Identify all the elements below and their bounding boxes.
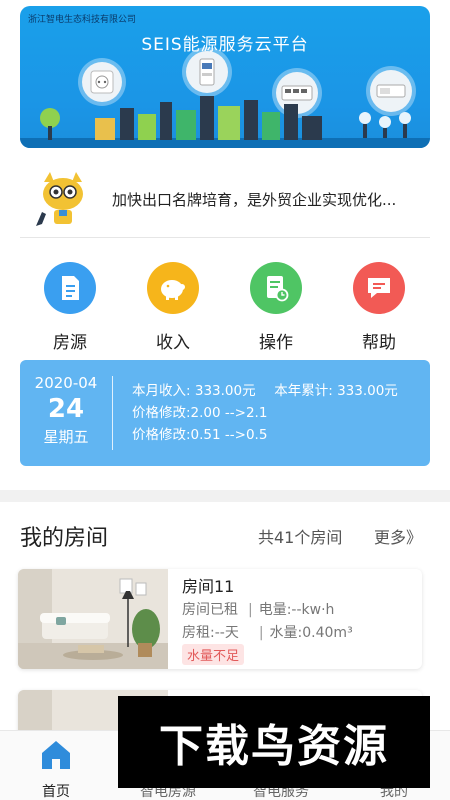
mascot-icon	[36, 172, 83, 226]
summary-lines: 本月收入: 333.00元 本年累计: 333.00元 价格修改:2.00 --…	[132, 380, 398, 446]
price-change-2: 价格修改:0.51 -->0.5	[132, 427, 268, 443]
year-month: 2020-04	[34, 374, 98, 392]
banner-company-name: 浙江智电生态科技有限公司	[28, 15, 137, 25]
watermark-overlay: 下载鸟资源	[118, 696, 430, 788]
piggy-bank-icon	[147, 262, 199, 314]
rooms-section-title: 我的房间	[20, 526, 109, 551]
room-name: 房间11	[182, 577, 235, 596]
low-water-badge: 水量不足	[182, 644, 245, 665]
year-total-label: 本年累计:	[274, 383, 333, 399]
room-rent-row: 房租:--天 | 水量:0.40m³	[182, 625, 353, 641]
action-label: 帮助	[362, 333, 396, 353]
weekday: 星期五	[43, 428, 89, 446]
rooms-count: 共41个房间	[258, 528, 343, 547]
announcement-bar[interactable]: 加快出口名牌培育，是外贸企业实现优化...	[20, 158, 430, 238]
action-operations[interactable]: 操作	[236, 262, 316, 353]
action-label: 收入	[156, 333, 190, 353]
announcement-text: 加快出口名牌培育，是外贸企业实现优化...	[112, 191, 397, 209]
more-rooms-link[interactable]: 更多》	[374, 524, 422, 548]
room-status-row: 房间已租 | 电量:--kw·h	[182, 602, 335, 618]
year-total-value: 333.00元	[337, 383, 398, 399]
divider	[112, 376, 113, 450]
room-water: 水量:0.40m³	[269, 625, 353, 641]
city-skyline-illustration	[20, 96, 430, 148]
room-rent: 房租:--天	[182, 625, 239, 641]
date-block: 2020-04 24 星期五	[20, 374, 112, 447]
action-label: 操作	[259, 333, 293, 353]
income-summary-card[interactable]: 2020-04 24 星期五 本月收入: 333.00元 本年累计: 333.0…	[20, 360, 430, 466]
hero-banner[interactable]: 浙江智电生态科技有限公司 SEIS能源服务云平台	[20, 6, 430, 148]
room-status: 房间已租	[182, 602, 238, 618]
action-help[interactable]: 帮助	[339, 262, 419, 353]
meter-device-icon	[186, 51, 228, 93]
action-listings[interactable]: 房源	[30, 262, 110, 353]
price-change-1: 价格修改:2.00 -->2.1	[132, 405, 268, 421]
chat-bubble-icon	[353, 262, 405, 314]
home-icon	[42, 741, 70, 769]
month-income-label: 本月收入:	[132, 383, 191, 399]
nav-label: 首页	[42, 784, 70, 800]
list-clock-icon	[250, 262, 302, 314]
section-divider	[0, 490, 450, 502]
nav-home[interactable]: 首页	[0, 737, 112, 800]
room-card[interactable]: 房间11 房间已租 | 电量:--kw·h 房租:--天 | 水量:0.40m³ 水量不…	[18, 569, 422, 669]
room-electricity: 电量:--kw·h	[258, 602, 335, 618]
action-income[interactable]: 收入	[133, 262, 213, 353]
quick-actions: 房源 收入 操作 帮助	[20, 262, 430, 353]
room-photo	[18, 569, 168, 669]
month-income-value: 333.00元	[194, 383, 256, 399]
document-icon	[44, 262, 96, 314]
day-number: 24	[47, 394, 85, 424]
action-label: 房源	[53, 333, 87, 353]
